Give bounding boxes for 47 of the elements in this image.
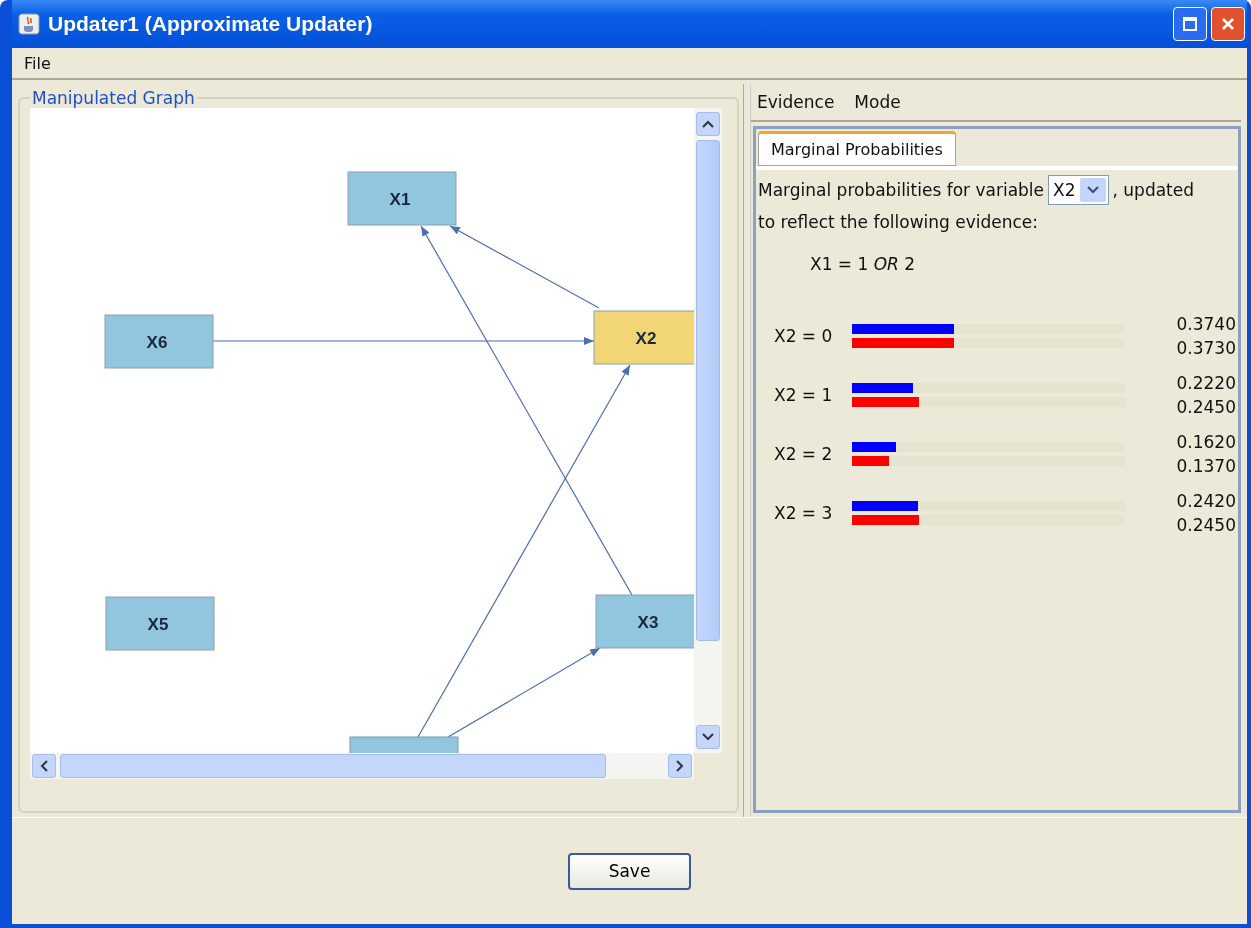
tab[interactable]: Marginal Probabilities	[758, 131, 956, 166]
coffee-cup-icon	[18, 13, 40, 35]
graph-node[interactable]: X2	[593, 310, 694, 365]
probability-value: 0.1620	[1176, 431, 1236, 454]
value-label: X2 = 2	[773, 444, 834, 464]
group-title: Manipulated Graph	[31, 88, 196, 108]
probability-value: 0.3730	[1176, 337, 1236, 360]
variable-dropdown[interactable]: X2	[1048, 175, 1109, 205]
graph-node[interactable]: X5	[105, 596, 215, 651]
scroll-left-button[interactable]	[32, 754, 56, 778]
menu-item[interactable]: Mode	[854, 92, 901, 112]
chevron-up-icon	[702, 120, 714, 128]
probability-value: 0.3740	[1176, 313, 1236, 336]
scroll-down-button[interactable]	[696, 725, 720, 749]
evidence-text: X1 = 1 OR 2	[809, 253, 917, 274]
graph-node[interactable]: X3	[595, 594, 694, 649]
value-label: X2 = 0	[773, 326, 834, 346]
description-text: , updated	[1112, 179, 1195, 202]
maximize-button[interactable]	[1173, 7, 1207, 41]
probability-value: 0.1370	[1176, 455, 1236, 478]
chevron-down-icon	[1086, 186, 1099, 194]
chevron-down-icon	[702, 733, 714, 741]
probability-value: 0.2450	[1176, 514, 1236, 537]
horizontal-scrollbar[interactable]	[30, 753, 694, 779]
graph-node[interactable]: X6	[104, 314, 214, 369]
menu-item[interactable]: Evidence	[757, 92, 835, 112]
close-icon	[1220, 16, 1236, 32]
chevron-right-icon	[676, 760, 684, 772]
close-button[interactable]	[1211, 7, 1245, 41]
probability-value: 0.2420	[1176, 490, 1236, 513]
description-text: Marginal probabilities for variable	[758, 179, 1045, 202]
description-text: to reflect the following evidence:	[758, 211, 1039, 234]
chevron-left-icon	[40, 760, 48, 772]
scrollbar-thumb[interactable]	[60, 754, 606, 778]
probability-value: 0.2220	[1176, 372, 1236, 395]
window-title: Updater1 (Approximate Updater)	[48, 12, 374, 36]
probability-value: 0.2450	[1176, 396, 1236, 419]
scroll-up-button[interactable]	[696, 112, 720, 136]
maximize-icon	[1182, 16, 1198, 32]
vertical-scrollbar[interactable]	[694, 108, 722, 753]
value-label: X2 = 1	[773, 385, 834, 405]
graph-node[interactable]: X1	[347, 171, 457, 226]
value-label: X2 = 3	[773, 503, 834, 523]
menu-item[interactable]: File	[24, 53, 51, 73]
scrollbar-thumb[interactable]	[696, 140, 720, 641]
save-button[interactable]: Save	[568, 852, 691, 890]
scroll-right-button[interactable]	[668, 754, 692, 778]
